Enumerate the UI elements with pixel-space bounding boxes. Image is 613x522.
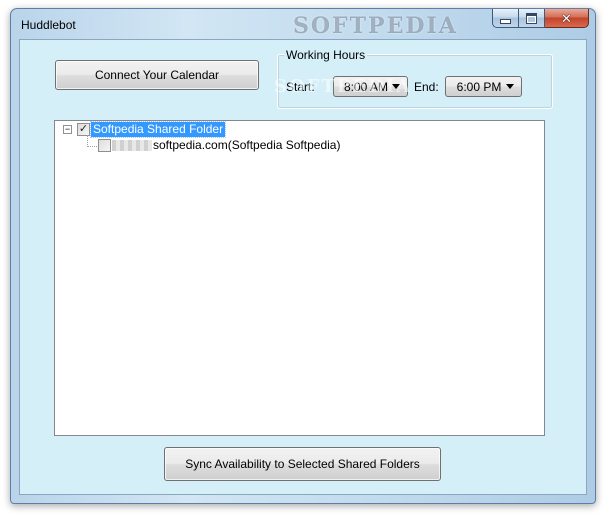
redacted-text: [112, 140, 152, 151]
sync-availability-button[interactable]: Sync Availability to Selected Shared Fol…: [164, 447, 441, 481]
watermark-faded-text: SOFTPEDIA: [274, 76, 413, 97]
root-folder-checkbox[interactable]: ✓: [77, 123, 90, 136]
watermark-text: SOFTPEDIA: [293, 13, 458, 39]
end-time-value: 6:00 PM: [456, 79, 502, 94]
tree-child-item[interactable]: softpedia.com(Softpedia Softpedia): [112, 138, 340, 153]
end-time-select[interactable]: 6:00 PM: [445, 76, 522, 97]
maximize-button[interactable]: [519, 9, 545, 28]
child-folder-label: softpedia.com(Softpedia Softpedia): [153, 138, 341, 152]
end-label: End:: [414, 80, 439, 94]
child-folder-checkbox[interactable]: [98, 139, 111, 152]
title-bar[interactable]: Huddlebot SOFTPEDIA ✕: [11, 9, 595, 39]
collapse-icon[interactable]: −: [63, 125, 72, 134]
caption-buttons: ✕: [492, 9, 589, 29]
connect-calendar-button[interactable]: Connect Your Calendar: [55, 60, 259, 90]
shared-folders-tree[interactable]: − ✓ Softpedia Shared Folder softpedia.co…: [54, 120, 545, 436]
tree-connector-line: [87, 146, 97, 147]
working-hours-legend: Working Hours: [284, 48, 368, 62]
app-window: Huddlebot SOFTPEDIA ✕ Connect Your Calen…: [10, 8, 596, 504]
window-title: Huddlebot: [21, 18, 76, 32]
maximize-icon: [526, 12, 537, 24]
minimize-icon: [500, 18, 511, 24]
dropdown-arrow-icon: [506, 84, 514, 89]
minimize-button[interactable]: [492, 9, 519, 28]
close-icon: ✕: [561, 10, 572, 26]
client-area: Connect Your Calendar Working Hours Star…: [19, 39, 587, 495]
close-button[interactable]: ✕: [545, 9, 589, 28]
root-folder-label[interactable]: Softpedia Shared Folder: [89, 121, 227, 138]
